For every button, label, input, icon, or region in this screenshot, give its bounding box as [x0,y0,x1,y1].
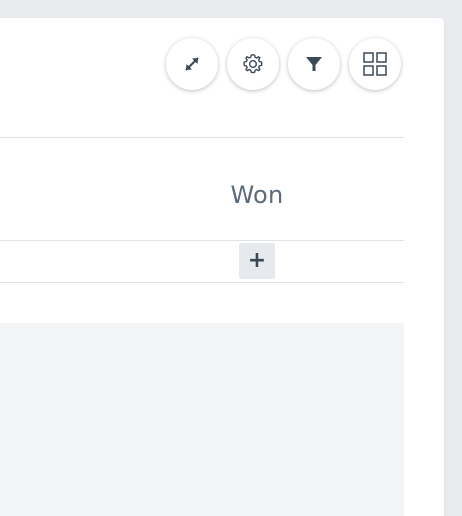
column-content-area [0,323,404,516]
layout-button[interactable] [349,38,401,90]
add-card-button[interactable]: + [239,243,275,279]
board-toolbar [166,38,401,90]
expand-icon [181,53,203,75]
grid-icon [362,51,388,77]
expand-button[interactable] [166,38,218,90]
filter-icon [304,54,324,74]
header-divider [0,240,404,241]
plus-icon: + [247,248,267,273]
page-background [444,0,462,516]
gear-icon [241,52,265,76]
filter-button[interactable] [288,38,340,90]
toolbar-divider [0,137,404,138]
add-row-divider [0,282,404,283]
settings-button[interactable] [227,38,279,90]
column-header-won: Won [230,181,284,209]
